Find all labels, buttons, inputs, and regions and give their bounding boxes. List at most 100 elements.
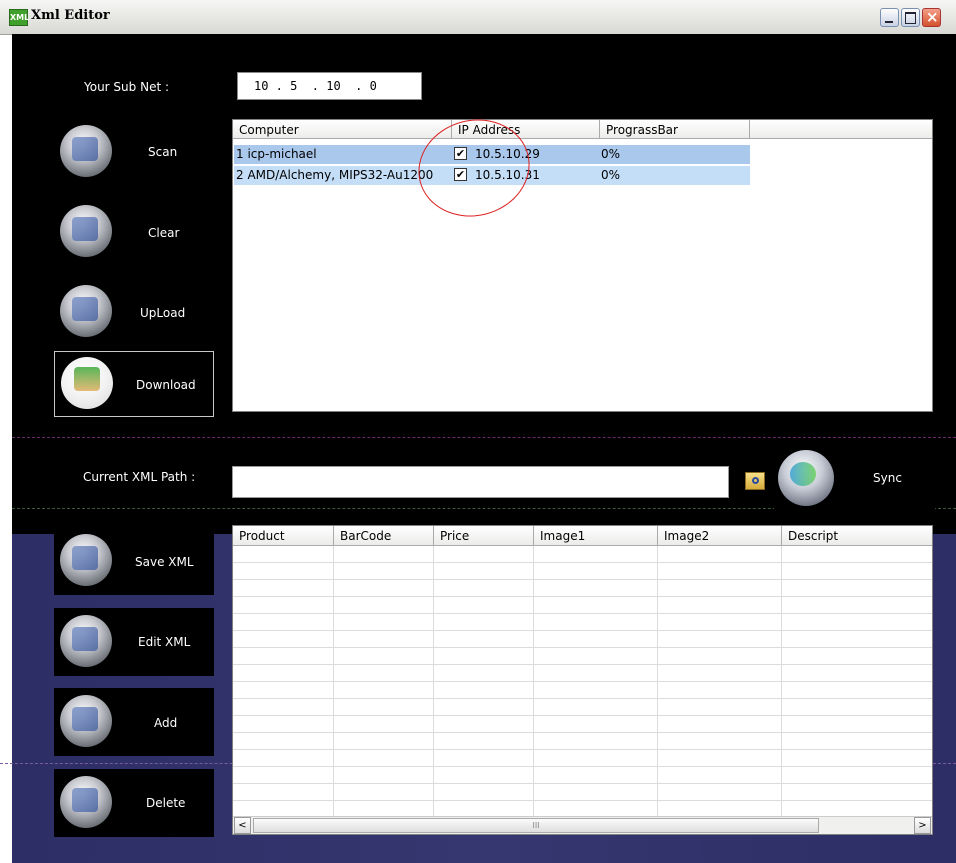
grid-cell[interactable] <box>434 563 534 580</box>
grid-cell[interactable] <box>233 733 334 750</box>
grid-cell[interactable] <box>434 699 534 716</box>
grid-cell[interactable] <box>233 614 334 631</box>
grid-cell[interactable] <box>782 631 932 648</box>
grid-cell[interactable] <box>782 614 932 631</box>
grid-cell[interactable] <box>782 597 932 614</box>
grid-cell[interactable] <box>434 614 534 631</box>
scan-button[interactable]: Scan <box>54 118 214 186</box>
grid-cell[interactable] <box>782 750 932 767</box>
grid-cell[interactable] <box>782 648 932 665</box>
grid-cell[interactable] <box>782 699 932 716</box>
close-button[interactable]: × <box>922 8 941 27</box>
grid-cell[interactable] <box>434 648 534 665</box>
minimize-button[interactable] <box>880 8 899 27</box>
grid-cell[interactable] <box>658 716 782 733</box>
grid-cell[interactable] <box>782 580 932 597</box>
grid-cell[interactable] <box>334 597 434 614</box>
grid-cell[interactable] <box>233 631 334 648</box>
grid-cell[interactable] <box>434 784 534 801</box>
grid-cell[interactable] <box>658 597 782 614</box>
grid-cell[interactable] <box>334 631 434 648</box>
grid-cell[interactable] <box>534 784 658 801</box>
scroll-thumb[interactable]: III <box>253 818 819 833</box>
grid-cell[interactable] <box>534 716 658 733</box>
grid-cell[interactable] <box>233 597 334 614</box>
grid-cell[interactable] <box>534 750 658 767</box>
edit-xml-button[interactable]: Edit XML <box>54 608 214 676</box>
grid-cell[interactable] <box>434 682 534 699</box>
grid-cell[interactable] <box>658 750 782 767</box>
clear-button[interactable]: Clear <box>54 198 214 266</box>
grid-cell[interactable] <box>434 716 534 733</box>
grid-cell[interactable] <box>534 648 658 665</box>
grid-cell[interactable] <box>534 563 658 580</box>
add-button[interactable]: Add <box>54 688 214 756</box>
grid-cell[interactable] <box>233 784 334 801</box>
grid-cell[interactable] <box>658 563 782 580</box>
grid-cell[interactable] <box>658 631 782 648</box>
subnet-input[interactable]: 10 . 5 . 10 . 0 <box>237 72 422 100</box>
grid-cell[interactable] <box>434 665 534 682</box>
grid-cell[interactable] <box>233 750 334 767</box>
grid-cell[interactable] <box>334 614 434 631</box>
grid-cell[interactable] <box>658 665 782 682</box>
grid-cell[interactable] <box>334 648 434 665</box>
delete-button[interactable]: Delete <box>54 769 214 837</box>
grid-cell[interactable] <box>534 580 658 597</box>
grid-cell[interactable] <box>233 546 334 563</box>
grid-cell[interactable] <box>534 665 658 682</box>
grid-cell[interactable] <box>434 631 534 648</box>
grid-cell[interactable] <box>782 546 932 563</box>
grid-cell[interactable] <box>233 648 334 665</box>
grid-cell[interactable] <box>782 682 932 699</box>
grid-cell[interactable] <box>334 580 434 597</box>
grid-cell[interactable] <box>534 614 658 631</box>
horizontal-scrollbar[interactable]: < III > <box>233 816 932 834</box>
grid-cell[interactable] <box>782 733 932 750</box>
sync-button[interactable]: Sync <box>774 444 935 512</box>
save-xml-button[interactable]: Save XML <box>54 527 214 595</box>
column-header-progress[interactable]: PrograssBar <box>600 120 750 139</box>
grid-cell[interactable] <box>334 750 434 767</box>
grid-cell[interactable] <box>658 648 782 665</box>
xml-path-input[interactable] <box>232 466 729 498</box>
grid-cell[interactable] <box>658 733 782 750</box>
device-list[interactable]: Computer IP Address PrograssBar 1 icp-mi… <box>232 119 933 412</box>
grid-cell[interactable] <box>334 784 434 801</box>
grid-cell[interactable] <box>534 733 658 750</box>
grid-cell[interactable] <box>782 767 932 784</box>
upload-button[interactable]: UpLoad <box>54 278 214 346</box>
grid-cell[interactable] <box>334 665 434 682</box>
grid-cell[interactable] <box>434 580 534 597</box>
grid-cell[interactable] <box>782 716 932 733</box>
maximize-button[interactable] <box>901 8 920 27</box>
grid-cell[interactable] <box>233 716 334 733</box>
grid-cell[interactable] <box>658 699 782 716</box>
grid-cell[interactable] <box>233 580 334 597</box>
grid-cell[interactable] <box>233 682 334 699</box>
grid-cell[interactable] <box>434 546 534 563</box>
browse-folder-icon[interactable] <box>745 472 765 490</box>
grid-cell[interactable] <box>534 682 658 699</box>
grid-cell[interactable] <box>334 767 434 784</box>
column-header-image1[interactable]: Image1 <box>534 526 658 546</box>
grid-cell[interactable] <box>658 784 782 801</box>
product-grid[interactable]: Product BarCode Price Image1 Image2 Desc… <box>232 525 933 835</box>
column-header-product[interactable]: Product <box>233 526 334 546</box>
title-bar[interactable] <box>0 0 956 35</box>
grid-cell[interactable] <box>658 767 782 784</box>
grid-cell[interactable] <box>233 563 334 580</box>
grid-cell[interactable] <box>534 767 658 784</box>
grid-cell[interactable] <box>434 597 534 614</box>
grid-cell[interactable] <box>782 784 932 801</box>
grid-cell[interactable] <box>534 631 658 648</box>
grid-cell[interactable] <box>334 733 434 750</box>
grid-cell[interactable] <box>658 682 782 699</box>
column-header-barcode[interactable]: BarCode <box>334 526 434 546</box>
download-button[interactable]: Download <box>54 351 214 417</box>
grid-cell[interactable] <box>534 597 658 614</box>
grid-cell[interactable] <box>334 563 434 580</box>
scroll-left-icon[interactable]: < <box>234 817 251 834</box>
column-header-descript[interactable]: Descript <box>782 526 932 546</box>
grid-cell[interactable] <box>434 750 534 767</box>
